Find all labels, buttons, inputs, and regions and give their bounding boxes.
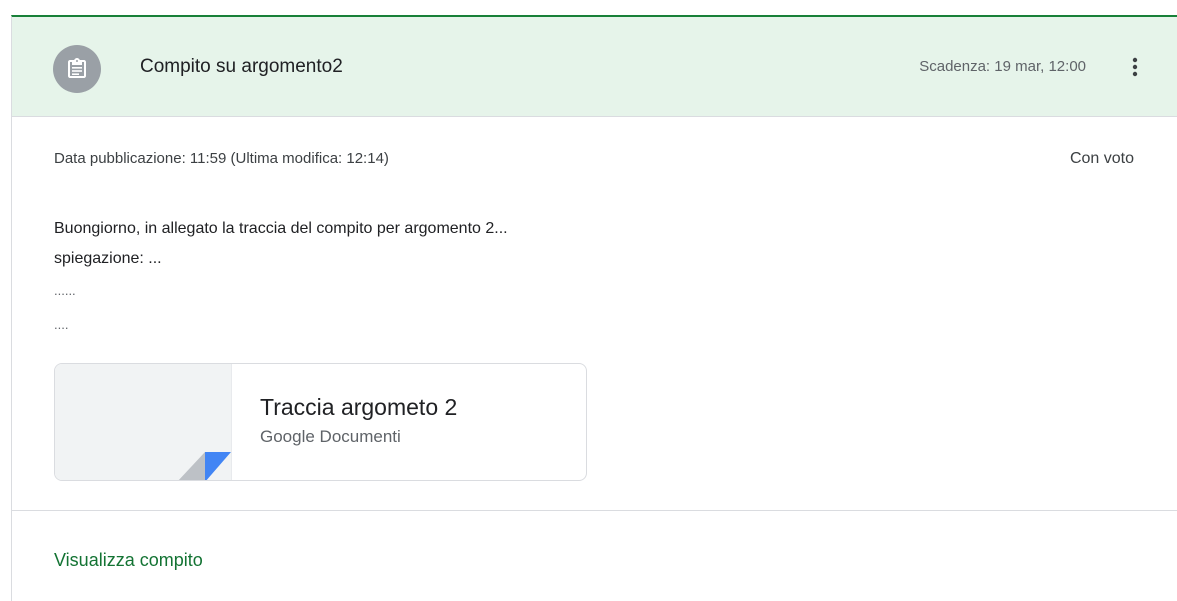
description-line: ....: [54, 317, 69, 332]
assignment-card: Compito su argomento2 Scadenza: 19 mar, …: [11, 15, 1177, 601]
attachment-title: Traccia argometo 2: [260, 394, 458, 420]
assignment-header[interactable]: Compito su argomento2 Scadenza: 19 mar, …: [12, 17, 1177, 117]
description-line: spiegazione: ...: [54, 250, 162, 267]
more-options-button[interactable]: [1119, 51, 1151, 83]
assignment-title[interactable]: Compito su argomento2: [140, 55, 343, 79]
assignment-description: Buongiorno, in allegato la traccia del c…: [54, 214, 508, 342]
description-line: ......: [54, 283, 76, 298]
attachment-card[interactable]: Traccia argometo 2 Google Documenti: [54, 363, 587, 481]
google-docs-thumbnail-icon: [55, 364, 232, 480]
attachment-type: Google Documenti: [260, 427, 401, 446]
divider: [12, 510, 1177, 511]
description-line: Buongiorno, in allegato la traccia del c…: [54, 220, 508, 237]
more-vert-icon: [1132, 57, 1138, 77]
assignment-icon: [53, 45, 101, 93]
published-info: Data pubblicazione: 11:59 (Ultima modifi…: [54, 150, 389, 167]
attachment-info: Traccia argometo 2 Google Documenti: [232, 364, 457, 480]
due-date: Scadenza: 19 mar, 12:00: [919, 58, 1086, 75]
grade-label: Con voto: [1069, 150, 1134, 167]
view-assignment-link[interactable]: Visualizza compito: [54, 548, 203, 572]
